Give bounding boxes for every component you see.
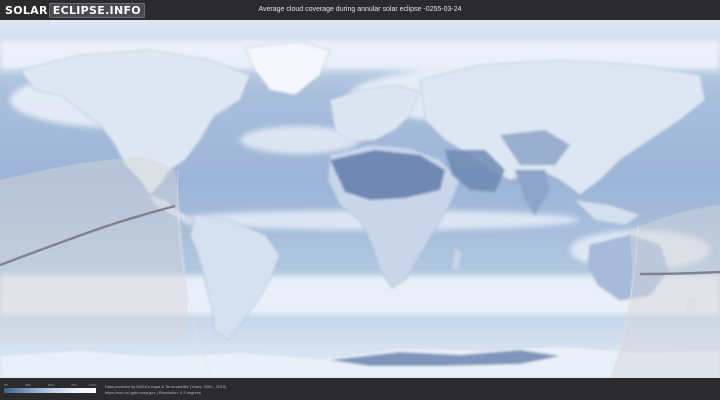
credit-line-2: https://neo.sci.gsfc.nasa.gov | Resoluti… [105,390,201,395]
page-title: Average cloud coverage during annular so… [258,6,462,13]
scale-label-75: 75% [71,383,78,387]
scale-label-25: 25% [25,383,32,387]
cloud-scale-labels: 0% 25% 50% 75% 100% [4,383,97,387]
header-bar: SOLAR ECLIPSE.INFO Average cloud coverag… [0,0,720,20]
data-credit: Data provided by NASA's Aqua & Terra sat… [105,384,226,396]
eclipse-visibility-west [0,157,188,340]
scale-label-50: 50% [48,383,55,387]
cloud-coverage-map [0,20,720,378]
map-footer: 0% 25% 50% 75% 100% Data provided by NAS… [0,378,720,400]
scale-label-100: 100% [89,383,97,387]
scale-label-0: 0% [4,383,9,387]
cloud-coverage-scale-bar [4,388,96,393]
world-map-svg [0,20,720,378]
